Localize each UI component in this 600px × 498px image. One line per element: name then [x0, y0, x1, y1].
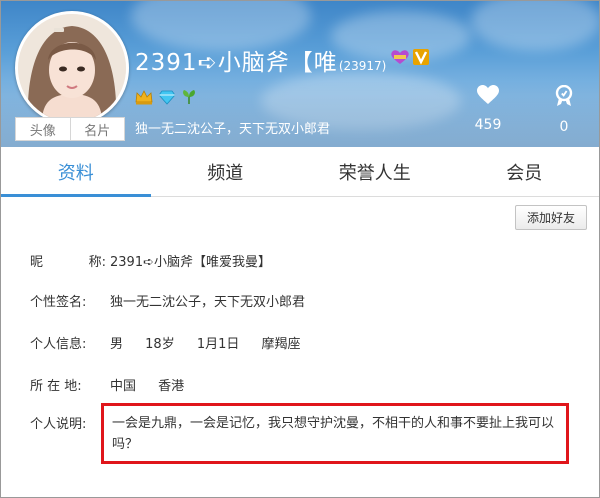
profile-tabs: 资料 频道 荣誉人生 会员 [1, 147, 599, 197]
vip-v-badge-icon [413, 49, 430, 65]
vip-heart-badge-icon [391, 50, 410, 64]
info-birthday: 1月1日 [196, 337, 240, 352]
info-gender: 男 [110, 337, 124, 352]
detail-value-signature: 独一无二沈公子，天下无双小郎君 [110, 295, 306, 310]
detail-value-description-highlight: 一会是九鼎，一会是记忆，我只想守护沈曼，不相干的人和事不要扯上我可以吗？ [101, 403, 569, 464]
detail-label-char: 昵 [30, 255, 44, 270]
detail-label-description: 个人说明: [30, 417, 87, 432]
avatar[interactable] [15, 11, 129, 125]
avatar-tab-card[interactable]: 名片 [69, 118, 125, 140]
honors-count: 0 [559, 119, 569, 135]
detail-label-location: 所 在 地: [30, 379, 82, 394]
tab-honor-life[interactable]: 荣誉人生 [300, 147, 450, 196]
medal-icon [555, 84, 573, 106]
header-nickname-line: 2391➪小脑斧【唯 (23917) [135, 43, 430, 76]
vip-badges [389, 49, 430, 65]
detail-label-nickname: 昵 称: [30, 251, 106, 270]
honor-badges [135, 89, 197, 105]
header-user-number: (23917) [338, 59, 387, 73]
detail-label-char: 称: [88, 255, 106, 270]
detail-value-location: 中国 香港 [110, 375, 202, 394]
header-signature: 独一无二沈公子，天下无双小郎君 [135, 122, 331, 137]
location-region: 香港 [158, 379, 185, 394]
header-nickname: 2391➪小脑斧【唯 [135, 50, 338, 76]
info-age: 18岁 [145, 337, 175, 352]
likes-count: 459 [474, 117, 502, 133]
heart-icon [477, 85, 499, 104]
info-zodiac: 摩羯座 [261, 337, 301, 352]
profile-header: 头像 名片 2391➪小脑斧【唯 (23917) 独一无二沈公子，天下无双小郎君… [1, 1, 599, 147]
crown-icon [135, 90, 153, 105]
avatar-tabs: 头像 名片 [15, 117, 125, 141]
tab-profile[interactable]: 资料 [1, 147, 151, 197]
leaf-icon [183, 90, 195, 104]
avatar-tab-headshot[interactable]: 头像 [16, 118, 70, 140]
honors-stat[interactable]: 0 [539, 84, 589, 135]
location-country: 中国 [110, 379, 137, 394]
detail-value-nickname: 2391➪小脑斧【唯爱我曼】 [110, 255, 271, 270]
header-cloud [471, 1, 599, 51]
detail-value-description: 一会是九鼎，一会是记忆，我只想守护沈曼，不相干的人和事不要扯上我可以吗？ [112, 416, 555, 452]
add-friend-button[interactable]: 添加好友 [515, 205, 587, 230]
detail-label-signature: 个性签名: [30, 295, 87, 310]
likes-stat[interactable]: 459 [463, 85, 513, 133]
tab-channel[interactable]: 频道 [151, 147, 301, 196]
detail-label-info: 个人信息: [30, 337, 87, 352]
diamond-icon [159, 90, 175, 105]
avatar-image [18, 14, 126, 122]
tab-membership[interactable]: 会员 [450, 147, 600, 196]
detail-value-info: 男 18岁 1月1日 摩羯座 [110, 333, 319, 352]
